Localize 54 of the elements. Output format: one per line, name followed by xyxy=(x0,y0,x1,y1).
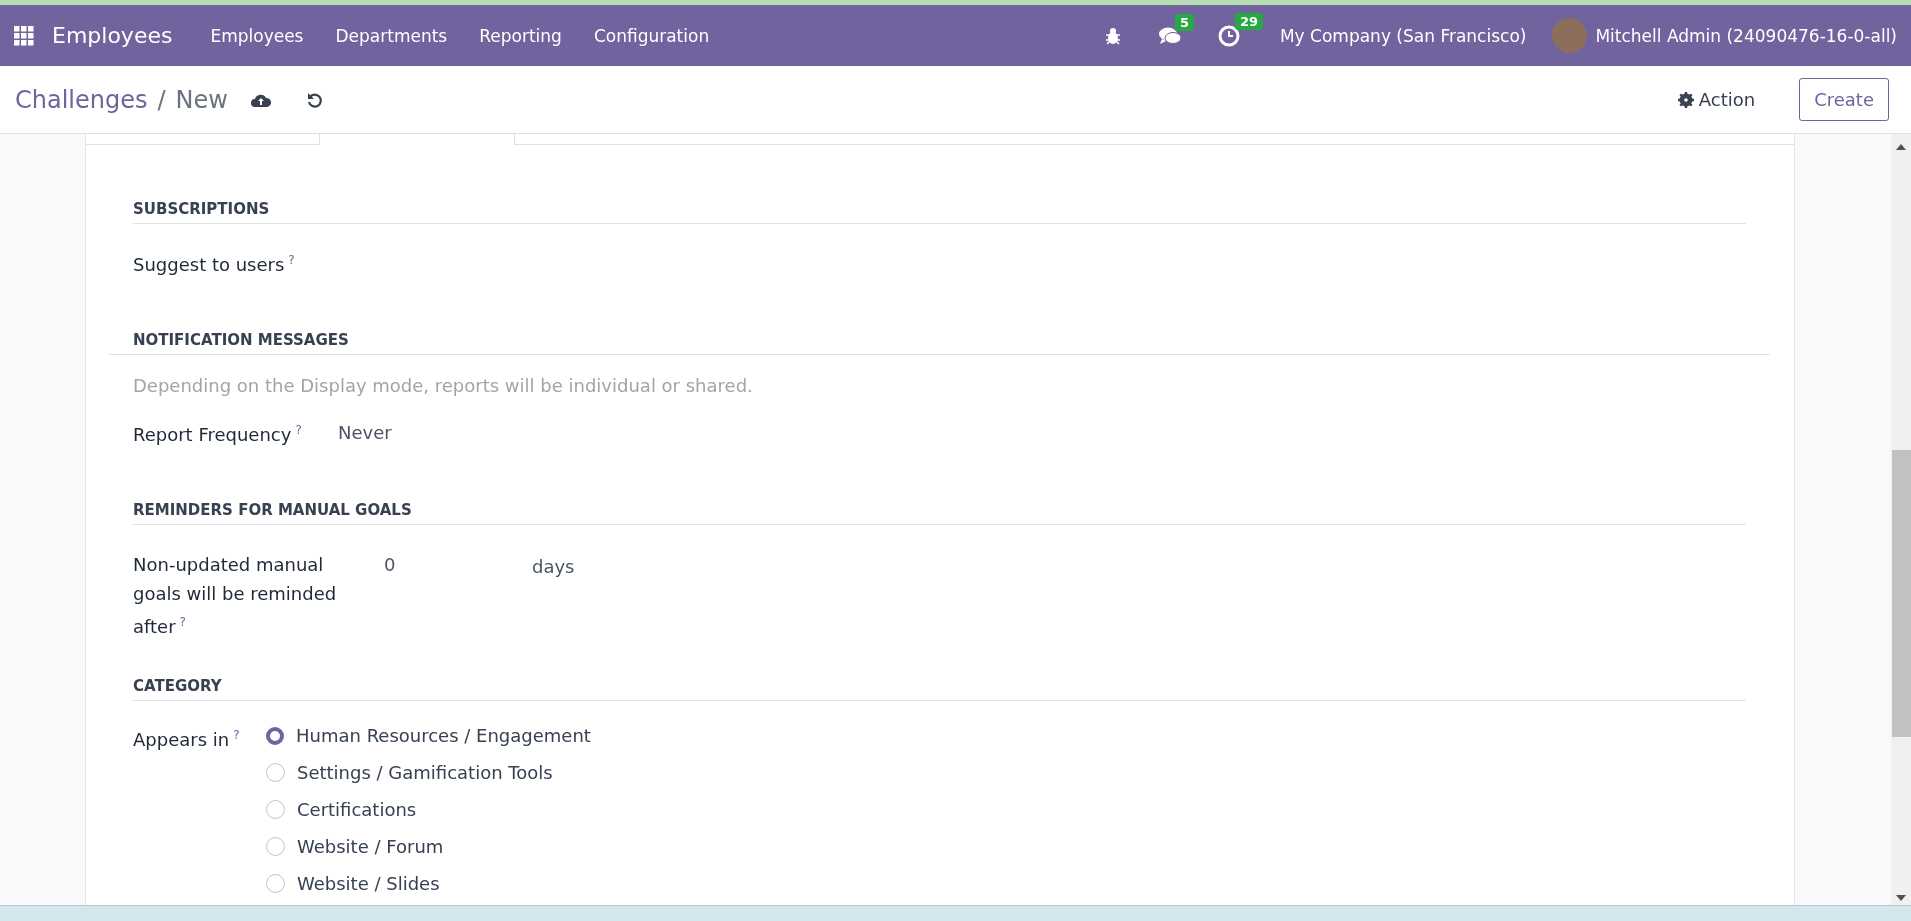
create-button[interactable]: Create xyxy=(1799,78,1889,121)
radio-option[interactable]: Website / Forum xyxy=(266,832,591,861)
action-button[interactable]: Action xyxy=(1671,88,1762,111)
activity-count-badge: 29 xyxy=(1234,12,1264,30)
option-label: Certifications xyxy=(297,798,417,822)
undo-icon xyxy=(305,90,324,109)
radio-icon[interactable] xyxy=(266,800,285,819)
bug-icon[interactable] xyxy=(1103,26,1122,45)
radio-option[interactable]: Human Resources / Engagement xyxy=(266,721,591,750)
field-label: Report Frequency $^{?}$ xyxy=(133,422,303,447)
option-label: Website / Forum xyxy=(297,835,444,859)
company-switcher[interactable]: My Company (San Francisco) xyxy=(1279,25,1527,46)
chat-icon[interactable] xyxy=(1157,25,1182,46)
message-count-badge: 5 xyxy=(1174,13,1194,31)
field-label: Non-updated manual goals will be reminded after $^{?}$ xyxy=(133,553,338,639)
clock-icon[interactable] xyxy=(1217,24,1240,47)
radio-option[interactable]: Website / Slides xyxy=(266,869,591,898)
menu-item[interactable]: Departments xyxy=(319,25,464,46)
apps-grid-icon[interactable] xyxy=(14,25,34,46)
option-label: Website / Slides xyxy=(297,872,440,896)
help-tooltip-mark[interactable]: ? xyxy=(179,615,186,629)
breadcrumb-link[interactable]: Challenges xyxy=(15,85,148,114)
option-label: Settings / Gamification Tools xyxy=(297,761,553,785)
section-heading: REMINDERS FOR MANUAL GOALS xyxy=(133,501,1746,525)
radio-icon[interactable] xyxy=(266,874,285,893)
app-name[interactable]: Employees xyxy=(52,23,173,48)
radio-option[interactable]: Certifications xyxy=(266,795,591,824)
scrollbar[interactable] xyxy=(1891,134,1911,905)
section-heading: CATEGORY xyxy=(133,677,1746,701)
gear-icon xyxy=(1677,91,1694,108)
breadcrumb-current: New xyxy=(175,85,228,114)
field-label: Appears in $^{?}$ xyxy=(133,727,241,752)
radio-icon[interactable] xyxy=(266,763,285,782)
help-tooltip-mark[interactable]: ? xyxy=(295,423,302,437)
scroll-down-icon[interactable] xyxy=(1896,895,1906,901)
section-heading: NOTIFICATION MESSAGES xyxy=(109,331,1770,355)
scroll-up-icon[interactable] xyxy=(1896,144,1906,150)
section-heading: SUBSCRIPTIONS xyxy=(133,200,1746,224)
radio-icon[interactable] xyxy=(266,837,285,856)
help-tooltip-mark[interactable]: ? xyxy=(233,728,240,742)
radio-icon[interactable] xyxy=(266,726,284,745)
help-note: Depending on the Display mode, reports will be individual or shared. xyxy=(133,375,754,396)
user-menu[interactable]: Mitchell Admin (24090476-16-0-all) xyxy=(1595,25,1897,46)
unit-label: days xyxy=(532,555,575,579)
menu-item[interactable]: Configuration xyxy=(577,25,726,46)
breadcrumb-separator: / xyxy=(157,85,166,114)
number-field[interactable]: 0 xyxy=(384,550,414,579)
radio-option[interactable]: Settings / Gamification Tools xyxy=(266,758,591,787)
help-tooltip-mark[interactable]: ? xyxy=(288,253,295,267)
select-field[interactable]: Never xyxy=(338,418,392,447)
menu-item[interactable]: Employees xyxy=(194,25,320,46)
menu-item[interactable]: Reporting xyxy=(463,25,578,46)
field-label: Suggest to users $^{?}$ xyxy=(133,252,296,277)
option-label: Human Resources / Engagement xyxy=(296,724,591,748)
